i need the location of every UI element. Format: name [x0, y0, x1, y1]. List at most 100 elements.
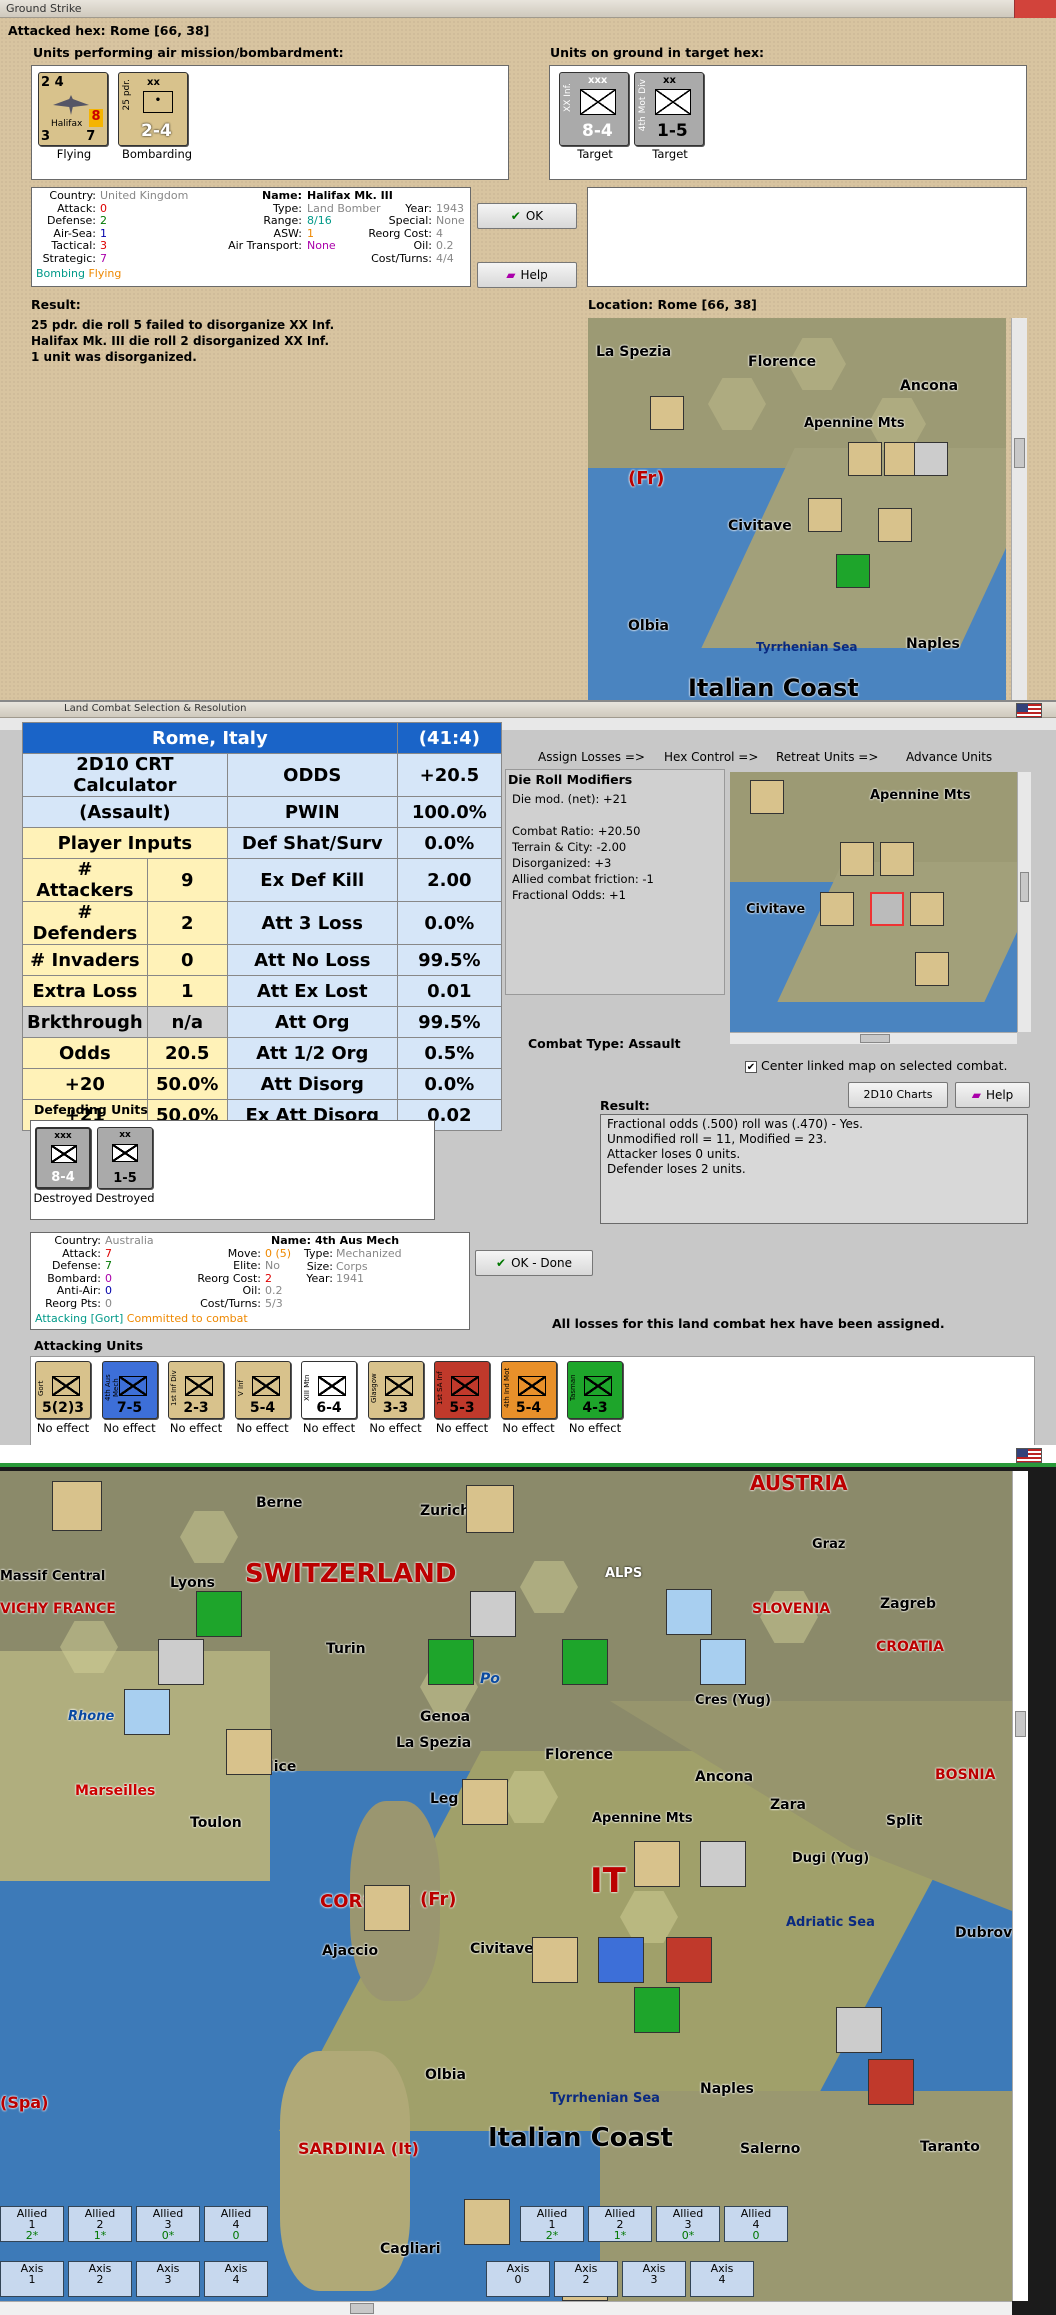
turn-box[interactable]: Allied 4 0: [724, 2206, 788, 2242]
map-unit-counter[interactable]: [464, 2199, 510, 2245]
charts-button[interactable]: 2D10 Charts: [848, 1082, 948, 1108]
turn-box[interactable]: Allied 3 0*: [656, 2206, 720, 2242]
land-combat-titlebar[interactable]: Land Combat Selection & Resolution: [0, 702, 1056, 718]
attacker-counter[interactable]: 4th Ind Mot 5-4: [500, 1361, 557, 1419]
crt-cell: Att No Loss: [226, 944, 398, 976]
map-unit-counter[interactable]: [808, 498, 842, 532]
attacker-counter[interactable]: XIII Mtn 6-4: [301, 1361, 357, 1419]
turn-box-v: 1*: [93, 2229, 107, 2242]
map-unit-counter[interactable]: [880, 842, 914, 876]
defender-counter[interactable]: xx 1-5: [97, 1127, 153, 1189]
map-unit-counter[interactable]: [650, 396, 684, 430]
turn-box[interactable]: Allied 4 0: [204, 2206, 268, 2242]
map-unit-counter[interactable]: [848, 442, 882, 476]
attacker-counter[interactable]: Gort 5(2)3: [35, 1361, 91, 1419]
map-unit-counter[interactable]: [634, 1987, 680, 2033]
selected-combat-hex[interactable]: [870, 892, 904, 926]
pdr-counter[interactable]: 25 pdr. xx • 2-4: [118, 72, 188, 146]
ground-strike-titlebar[interactable]: Ground Strike: [0, 0, 1056, 18]
attacker-counter[interactable]: 1st SA Inf 5-3: [434, 1361, 490, 1419]
map-unit-counter[interactable]: [868, 2059, 914, 2105]
ok-button[interactable]: ✔ OK: [477, 203, 577, 229]
main-map-vscroll[interactable]: [1012, 1471, 1028, 2301]
map-unit-counter[interactable]: [226, 1729, 272, 1775]
turn-box[interactable]: Axis 4: [204, 2261, 268, 2297]
mini-map-hscroll[interactable]: [730, 1032, 1017, 1044]
map-unit-counter[interactable]: [700, 1639, 746, 1685]
attacker-caption: No effect: [435, 1421, 489, 1435]
map-unit-counter[interactable]: [598, 1937, 644, 1983]
map-unit-counter[interactable]: [466, 1485, 514, 1533]
turn-box[interactable]: Allied 2 1*: [588, 2206, 652, 2242]
ok-done-button[interactable]: ✔ OK - Done: [475, 1250, 593, 1276]
checkbox-icon[interactable]: ✔: [745, 1061, 757, 1073]
map-unit-counter[interactable]: [634, 1841, 680, 1887]
turn-box[interactable]: Allied 2 1*: [68, 2206, 132, 2242]
turn-box[interactable]: Axis 2: [68, 2261, 132, 2297]
location-map-scrollbar[interactable]: [1011, 318, 1027, 700]
location-map[interactable]: La Spezia Florence Ancona Apennine Mts C…: [588, 318, 1006, 700]
map-unit-counter[interactable]: [700, 1841, 746, 1887]
map-unit-counter[interactable]: [124, 1689, 170, 1735]
attacker-counter[interactable]: Tasman 4-3: [567, 1361, 623, 1419]
map-unit-counter[interactable]: [884, 442, 918, 476]
map-unit-counter[interactable]: [470, 1591, 516, 1637]
mini-map-vscroll[interactable]: [1017, 772, 1031, 1032]
map-unit-counter[interactable]: [910, 892, 944, 926]
map-unit-counter[interactable]: [364, 1885, 410, 1931]
map-unit-counter[interactable]: [836, 554, 870, 588]
attacker-counter[interactable]: 4th Aus Mech 7-5: [101, 1361, 158, 1419]
map-unit-counter[interactable]: [820, 892, 854, 926]
main-map[interactable]: AUSTRIA SWITZERLAND ALPS Berne Zurich Gr…: [0, 1471, 1012, 2301]
map-unit-counter[interactable]: [750, 780, 784, 814]
tab-retreat-units[interactable]: Retreat Units =>: [776, 750, 906, 770]
main-map-hscroll[interactable]: [0, 2301, 1012, 2315]
defender-counter[interactable]: xxx 8-4: [35, 1127, 91, 1189]
map-unit-counter[interactable]: [52, 1481, 102, 1531]
info-key: Name:: [271, 1234, 311, 1247]
map-unit-counter[interactable]: [666, 1589, 712, 1635]
attacker-counter[interactable]: Glasgow 3-3: [367, 1361, 424, 1419]
map-unit-counter[interactable]: [196, 1591, 242, 1637]
turn-box[interactable]: Axis 2: [554, 2261, 618, 2297]
attacker-counter[interactable]: V Inf 5-4: [234, 1361, 291, 1419]
mot-div-counter[interactable]: 4th Mot Div xx 1-5: [634, 72, 704, 146]
tab-advance-units[interactable]: Advance Units: [906, 750, 1026, 770]
tab-assign-losses[interactable]: Assign Losses =>: [538, 750, 664, 770]
turn-box[interactable]: Allied 1 2*: [520, 2206, 584, 2242]
halifax-counter[interactable]: 2 4 8 Halifax 3 7: [38, 72, 108, 146]
main-map-titlebar[interactable]: [0, 1445, 1056, 1467]
turn-box[interactable]: Allied 1 2*: [0, 2206, 64, 2242]
close-button[interactable]: [1014, 0, 1056, 18]
defender-values: 8-4: [51, 1170, 75, 1185]
map-unit-counter[interactable]: [836, 2007, 882, 2053]
tab-hex-control[interactable]: Hex Control =>: [664, 750, 776, 770]
map-unit-counter[interactable]: [915, 952, 949, 986]
turn-box[interactable]: Axis 4: [690, 2261, 754, 2297]
turn-box[interactable]: Axis 3: [136, 2261, 200, 2297]
mot-div-values: 1-5: [657, 121, 688, 141]
turn-box[interactable]: Axis 3: [622, 2261, 686, 2297]
map-unit-counter[interactable]: [462, 1779, 508, 1825]
map-unit-counter[interactable]: [158, 1639, 204, 1685]
crt-cell: 0.0%: [396, 827, 503, 859]
map-unit-counter[interactable]: [428, 1639, 474, 1685]
attacker-values: 5(2)3: [41, 1400, 85, 1416]
help-button[interactable]: ▰ Help: [477, 262, 577, 288]
map-unit-counter[interactable]: [840, 842, 874, 876]
attacker-counter[interactable]: 1st Inf Div 2-3: [168, 1361, 224, 1419]
turn-box[interactable]: Axis 1: [0, 2261, 64, 2297]
map-unit-counter[interactable]: [878, 508, 912, 542]
turn-box[interactable]: Axis 0: [486, 2261, 550, 2297]
map-label-italy: IT: [590, 1861, 626, 1901]
map-unit-counter[interactable]: [666, 1937, 712, 1983]
map-unit-counter[interactable]: [914, 442, 948, 476]
map-unit-counter[interactable]: [562, 1639, 608, 1685]
combat-mini-map[interactable]: Apennine Mts Civitave: [730, 772, 1017, 1032]
center-linked-checkbox[interactable]: ✔ Center linked map on selected combat.: [745, 1058, 1008, 1073]
map-unit-counter[interactable]: [532, 1937, 578, 1983]
land-help-button[interactable]: ▰ Help: [955, 1082, 1030, 1108]
status-attacking: Attacking [Gort]: [35, 1312, 124, 1325]
turn-box[interactable]: Allied 3 0*: [136, 2206, 200, 2242]
xx-inf-counter[interactable]: XX Inf. xxx 8-4: [559, 72, 629, 146]
